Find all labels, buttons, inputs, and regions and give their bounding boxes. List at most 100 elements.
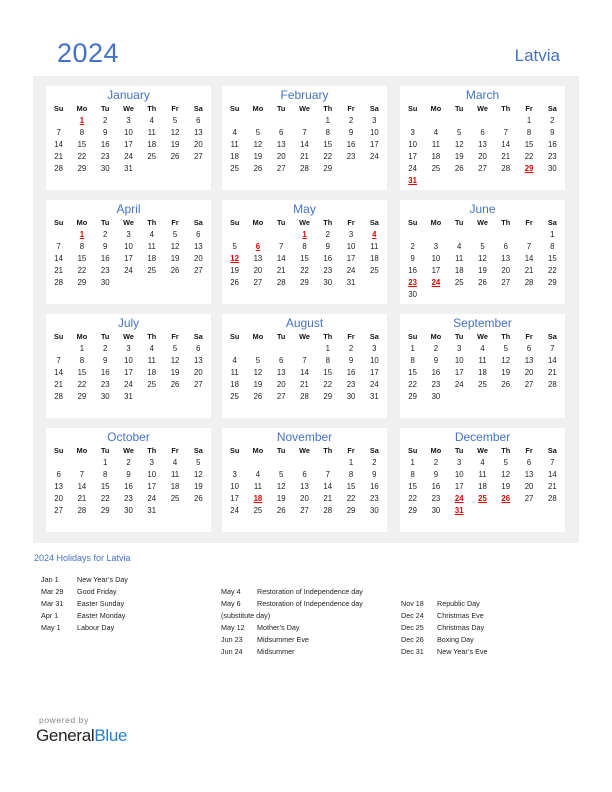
day-cell: 12	[276, 481, 286, 491]
day-cell: 16	[346, 367, 356, 377]
empty-cell	[517, 288, 540, 300]
day-cell: 21	[548, 481, 557, 491]
day-cell: 8	[103, 469, 108, 479]
empty-cell	[140, 390, 163, 402]
empty-cell	[448, 114, 471, 126]
weekday-header: Su	[407, 331, 418, 341]
weekday-header: Th	[501, 445, 511, 455]
day-cell: 10	[124, 127, 133, 137]
holiday-name: (substitute day)	[221, 611, 271, 620]
day-cell: 20	[54, 493, 63, 503]
day-cell: 2	[103, 229, 108, 239]
day-cell: 17	[124, 253, 133, 263]
day-cell: 3	[149, 457, 154, 467]
day-cell: 15	[408, 367, 417, 377]
empty-cell	[187, 390, 210, 402]
day-cell: 19	[501, 367, 511, 377]
day-cell: 27	[501, 277, 511, 287]
week-row: 10 11 12 13 14 15 16	[401, 138, 564, 150]
day-cell: 21	[300, 379, 309, 389]
day-cell: 22	[100, 493, 110, 503]
day-cell: 15	[548, 253, 557, 263]
day-cell: 2	[348, 115, 354, 125]
powered-by-label: powered by	[39, 715, 89, 725]
weekday-header: Fr	[347, 217, 355, 227]
day-cell: 24	[230, 505, 239, 515]
day-cell: 14	[54, 139, 63, 149]
holiday-date: Jun 23	[221, 635, 243, 644]
holiday-day-cell: 1	[302, 229, 307, 239]
day-cell: 30	[100, 163, 110, 173]
day-cell: 14	[77, 481, 87, 491]
day-cell: 16	[548, 139, 557, 149]
holiday-name: Easter Monday	[77, 611, 126, 620]
empty-cell	[494, 114, 517, 126]
empty-cell	[424, 288, 447, 300]
empty-cell	[363, 162, 386, 174]
day-cell: 12	[478, 253, 487, 263]
week-row: 28 29 30	[47, 276, 210, 288]
month-august: August Su Mo Tu We Th Fr Sa 1 2 3 4 5 6 7 8 9 10 11 12 13 14 1…	[222, 314, 387, 418]
day-cell: 10	[230, 481, 239, 491]
day-cell: 23	[346, 151, 356, 161]
weekday-header: Fr	[171, 103, 179, 113]
empty-cell	[47, 114, 70, 126]
day-cell: 3	[372, 115, 377, 125]
day-cell: 5	[503, 343, 508, 353]
day-cell: 17	[408, 151, 417, 161]
day-cell: 27	[276, 163, 286, 173]
weekday-header: Su	[53, 217, 64, 227]
holiday-name: Christmas Day	[437, 623, 485, 632]
day-cell: 17	[454, 481, 464, 491]
day-cell: 7	[56, 241, 61, 251]
day-cell: 5	[255, 127, 261, 137]
day-cell: 27	[524, 493, 534, 503]
month-table: Su Mo Tu We Th Fr Sa 1 2 3 4 5 6 7 8 9 10 11 12 13 14 15 16 17 1…	[401, 102, 564, 186]
day-cell: 23	[370, 493, 379, 503]
weekday-header: Fr	[171, 217, 179, 227]
week-row: 1 2 3 4 5 6 7	[401, 456, 564, 468]
month-december: December Su Mo Tu We Th Fr Sa 1 2 3 4 5 6 7 8 9 10 11 12 13 1…	[400, 428, 565, 532]
holiday-item: Jan 1 New Year’s Day	[41, 574, 128, 586]
week-row: 13 14 15 16 17 18 19	[47, 480, 210, 492]
empty-cell	[448, 390, 471, 402]
day-cell: 28	[77, 505, 87, 515]
day-cell: 11	[230, 367, 239, 377]
empty-cell	[471, 504, 494, 516]
day-cell: 20	[478, 151, 487, 161]
day-cell: 19	[276, 493, 286, 503]
holiday-column: Jan 1 New Year’s Day Mar 29 Good Friday Mar …	[41, 574, 128, 634]
day-cell: 4	[255, 469, 261, 479]
week-row: 21 22 23 24 25 26 27	[47, 150, 210, 162]
weekday-header: Sa	[193, 217, 203, 227]
weekday-header: Tu	[455, 445, 464, 455]
day-cell: 12	[170, 127, 180, 137]
day-cell: 3	[410, 127, 415, 137]
day-cell: 12	[253, 139, 263, 149]
day-cell: 13	[253, 253, 263, 263]
day-cell: 24	[454, 379, 464, 389]
day-cell: 17	[431, 265, 441, 275]
empty-cell	[541, 174, 564, 186]
week-row: 25 26 27 28 29	[223, 162, 386, 174]
day-cell: 17	[370, 139, 379, 149]
day-cell: 14	[524, 253, 534, 263]
day-cell: 25	[230, 391, 239, 401]
day-cell: 2	[325, 229, 330, 239]
weekday-header: We	[299, 217, 310, 227]
day-cell: 9	[325, 241, 330, 251]
empty-cell	[293, 456, 316, 468]
day-cell: 7	[302, 127, 307, 137]
week-row: 19 20 21 22 23 24 25	[223, 264, 386, 276]
day-cell: 25	[170, 493, 180, 503]
weekday-header: Fr	[347, 445, 355, 455]
day-cell: 30	[100, 391, 110, 401]
empty-cell	[424, 174, 447, 186]
holiday-item: Dec 24 Christmas Eve	[401, 610, 487, 622]
day-cell: 19	[478, 265, 487, 275]
holiday-day-cell: 29	[524, 163, 534, 173]
day-cell: 18	[230, 151, 239, 161]
week-row: 3 4 5 6 7 8 9	[401, 126, 564, 138]
day-cell: 6	[279, 355, 284, 365]
day-cell: 6	[526, 343, 532, 353]
